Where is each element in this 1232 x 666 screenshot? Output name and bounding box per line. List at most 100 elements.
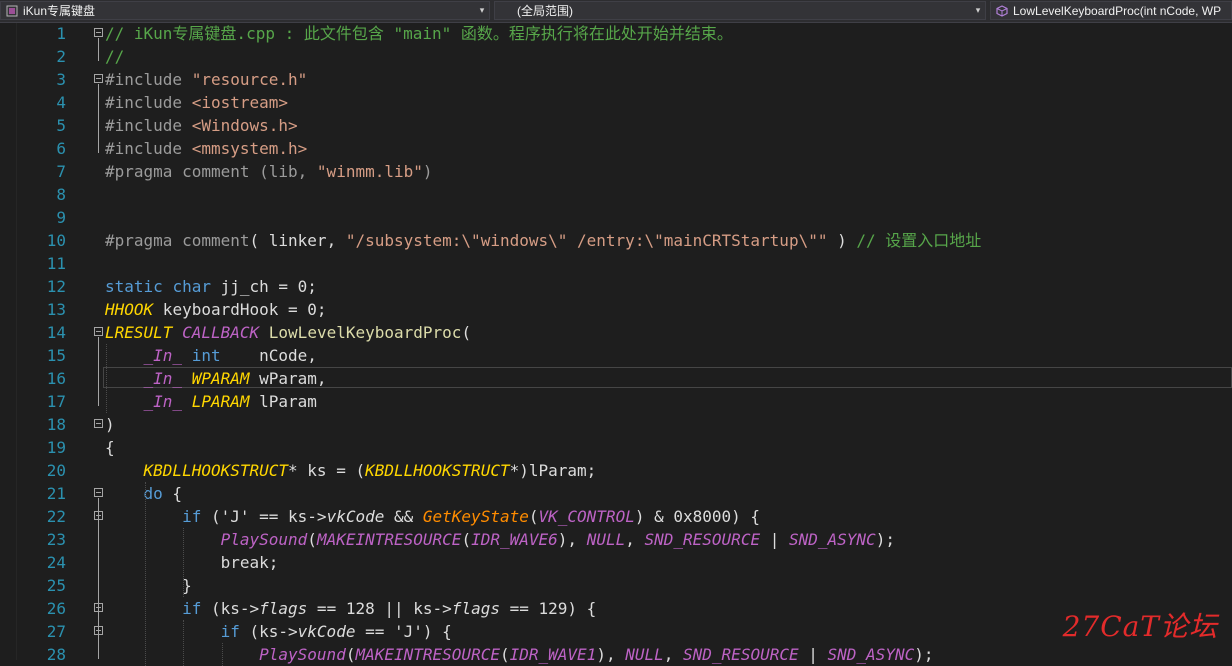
code-line[interactable]: 14 LRESULT CALLBACK LowLevelKeyboardProc( bbox=[0, 321, 1232, 344]
fold-collapse-icon[interactable] bbox=[94, 488, 103, 497]
code-line[interactable]: 6 #include <mmsystem.h> bbox=[0, 137, 1232, 160]
line-number: 16 bbox=[46, 369, 66, 388]
line-number: 19 bbox=[46, 438, 66, 457]
code-token: VK_CONTROL bbox=[538, 507, 635, 526]
outlining-region-line bbox=[98, 84, 99, 153]
code-text: HHOOK keyboardHook = 0; bbox=[105, 298, 327, 321]
code-token: vkCode bbox=[326, 507, 385, 526]
code-text: #pragma comment (lib, "winmm.lib") bbox=[105, 160, 433, 183]
code-line[interactable]: 27 if (ks->vkCode == 'J') { bbox=[0, 620, 1232, 643]
member-name: LowLevelKeyboardProc(int nCode, WP bbox=[1013, 3, 1222, 18]
code-line[interactable]: 13 HHOOK keyboardHook = 0; bbox=[0, 298, 1232, 321]
code-text: if (ks->flags == 128 || ks->flags == 129… bbox=[105, 597, 596, 620]
code-token: == 'J') { bbox=[355, 622, 452, 641]
code-token: , bbox=[663, 645, 684, 664]
code-token: IDR_WAVE1 bbox=[509, 645, 597, 664]
code-line[interactable]: 24 break; bbox=[0, 551, 1232, 574]
code-line[interactable]: 19 { bbox=[0, 436, 1232, 459]
code-token: ( linker, bbox=[249, 231, 346, 250]
code-token: ); bbox=[914, 645, 934, 664]
project-name: iKun专属键盘 bbox=[23, 4, 96, 18]
code-line[interactable]: 3 #include "resource.h" bbox=[0, 68, 1232, 91]
line-number: 28 bbox=[46, 645, 66, 664]
fold-collapse-icon[interactable] bbox=[94, 28, 103, 37]
member-dropdown[interactable]: LowLevelKeyboardProc(int nCode, WP bbox=[990, 1, 1232, 20]
code-token: ( bbox=[461, 530, 472, 549]
code-line[interactable]: 8 bbox=[0, 183, 1232, 206]
code-line[interactable]: 23 PlaySound(MAKEINTRESOURCE(IDR_WAVE6),… bbox=[0, 528, 1232, 551]
code-token: GetKeyState bbox=[422, 507, 529, 526]
code-text: if (ks->vkCode == 'J') { bbox=[105, 620, 452, 643]
code-token: && bbox=[384, 507, 423, 526]
line-number: 25 bbox=[46, 576, 66, 595]
indent-guide bbox=[221, 643, 223, 666]
code-line[interactable]: 22 if ('J' == ks->vkCode && GetKeyState(… bbox=[0, 505, 1232, 528]
code-line[interactable]: 7 #pragma comment (lib, "winmm.lib") bbox=[0, 160, 1232, 183]
code-text: _In_ WPARAM wParam, bbox=[105, 367, 327, 390]
code-token: vkCode bbox=[297, 622, 356, 641]
code-line[interactable]: 16 _In_ WPARAM wParam, bbox=[0, 367, 1232, 390]
code-text: #include <iostream> bbox=[105, 91, 288, 114]
code-line[interactable]: 18) bbox=[0, 413, 1232, 436]
project-dropdown[interactable]: iKun专属键盘 ▾ bbox=[0, 1, 490, 20]
code-text: KBDLLHOOKSTRUCT* ks = (KBDLLHOOKSTRUCT*)… bbox=[105, 459, 597, 482]
fold-collapse-icon[interactable] bbox=[94, 327, 103, 336]
chevron-down-icon: ▾ bbox=[975, 5, 981, 15]
method-cube-icon bbox=[995, 4, 1009, 18]
code-token: flags bbox=[259, 599, 308, 618]
code-token: _In_ bbox=[143, 346, 183, 365]
code-token: char bbox=[172, 277, 221, 296]
chevron-down-icon: ▾ bbox=[479, 5, 485, 15]
code-line[interactable]: 26 if (ks->flags == 128 || ks->flags == … bbox=[0, 597, 1232, 620]
code-text: { bbox=[105, 436, 115, 459]
code-line[interactable]: 25 } bbox=[0, 574, 1232, 597]
code-token: "resource.h" bbox=[191, 70, 308, 89]
code-line[interactable]: 15 _In_ int nCode, bbox=[0, 344, 1232, 367]
code-token: (lib, bbox=[259, 162, 317, 181]
code-token: "/subsystem:\"windows\" /entry:\"mainCRT… bbox=[345, 231, 828, 250]
code-token: break; bbox=[105, 553, 279, 572]
code-text: #pragma comment( linker, "/subsystem:\"w… bbox=[105, 229, 981, 252]
fold-collapse-icon[interactable] bbox=[94, 419, 103, 428]
indent-guide bbox=[144, 482, 146, 666]
code-token: == 129) { bbox=[499, 599, 597, 618]
code-token: static bbox=[105, 277, 173, 296]
code-token: == 128 || ks-> bbox=[307, 599, 452, 618]
code-text: PlaySound(MAKEINTRESOURCE(IDR_WAVE1), NU… bbox=[105, 643, 933, 666]
code-token: SND_ASYNC bbox=[788, 530, 876, 549]
scope-dropdown[interactable]: (全局范围) ▾ bbox=[494, 1, 986, 20]
code-token: keyboardHook = 0; bbox=[153, 300, 327, 319]
line-number: 24 bbox=[46, 553, 66, 572]
code-line[interactable]: 17 _In_ LPARAM lParam bbox=[0, 390, 1232, 413]
line-number: 8 bbox=[56, 185, 66, 204]
code-editor[interactable]: 1 // iKun专属键盘.cpp : 此文件包含 "main" 函数。程序执行将… bbox=[0, 22, 1232, 666]
code-line[interactable]: 20 KBDLLHOOKSTRUCT* ks = (KBDLLHOOKSTRUC… bbox=[0, 459, 1232, 482]
code-line[interactable]: 9 bbox=[0, 206, 1232, 229]
line-number: 5 bbox=[56, 116, 66, 135]
line-number: 26 bbox=[46, 599, 66, 618]
code-line[interactable]: 11 bbox=[0, 252, 1232, 275]
code-token: int bbox=[191, 346, 221, 365]
fold-collapse-icon[interactable] bbox=[94, 74, 103, 83]
code-line[interactable]: 28 PlaySound(MAKEINTRESOURCE(IDR_WAVE1),… bbox=[0, 643, 1232, 666]
code-line[interactable]: 5 #include <Windows.h> bbox=[0, 114, 1232, 137]
code-token: LRESULT bbox=[105, 323, 173, 342]
line-number: 10 bbox=[46, 231, 66, 250]
cpp-project-icon bbox=[5, 4, 19, 18]
code-line[interactable]: 12 static char jj_ch = 0; bbox=[0, 275, 1232, 298]
code-token: // 设置入口地址 bbox=[856, 231, 982, 250]
code-line[interactable]: 2 // bbox=[0, 45, 1232, 68]
code-token: ) bbox=[105, 415, 115, 434]
code-line[interactable]: 1 // iKun专属键盘.cpp : 此文件包含 "main" 函数。程序执行将… bbox=[0, 22, 1232, 45]
code-token: #include bbox=[105, 139, 192, 158]
line-number: 22 bbox=[46, 507, 66, 526]
code-line[interactable]: 10 #pragma comment( linker, "/subsystem:\… bbox=[0, 229, 1232, 252]
code-token: KBDLLHOOKSTRUCT bbox=[143, 461, 289, 480]
code-token: ( bbox=[499, 645, 510, 664]
code-line[interactable]: 4 #include <iostream> bbox=[0, 91, 1232, 114]
code-line[interactable]: 21 do { bbox=[0, 482, 1232, 505]
